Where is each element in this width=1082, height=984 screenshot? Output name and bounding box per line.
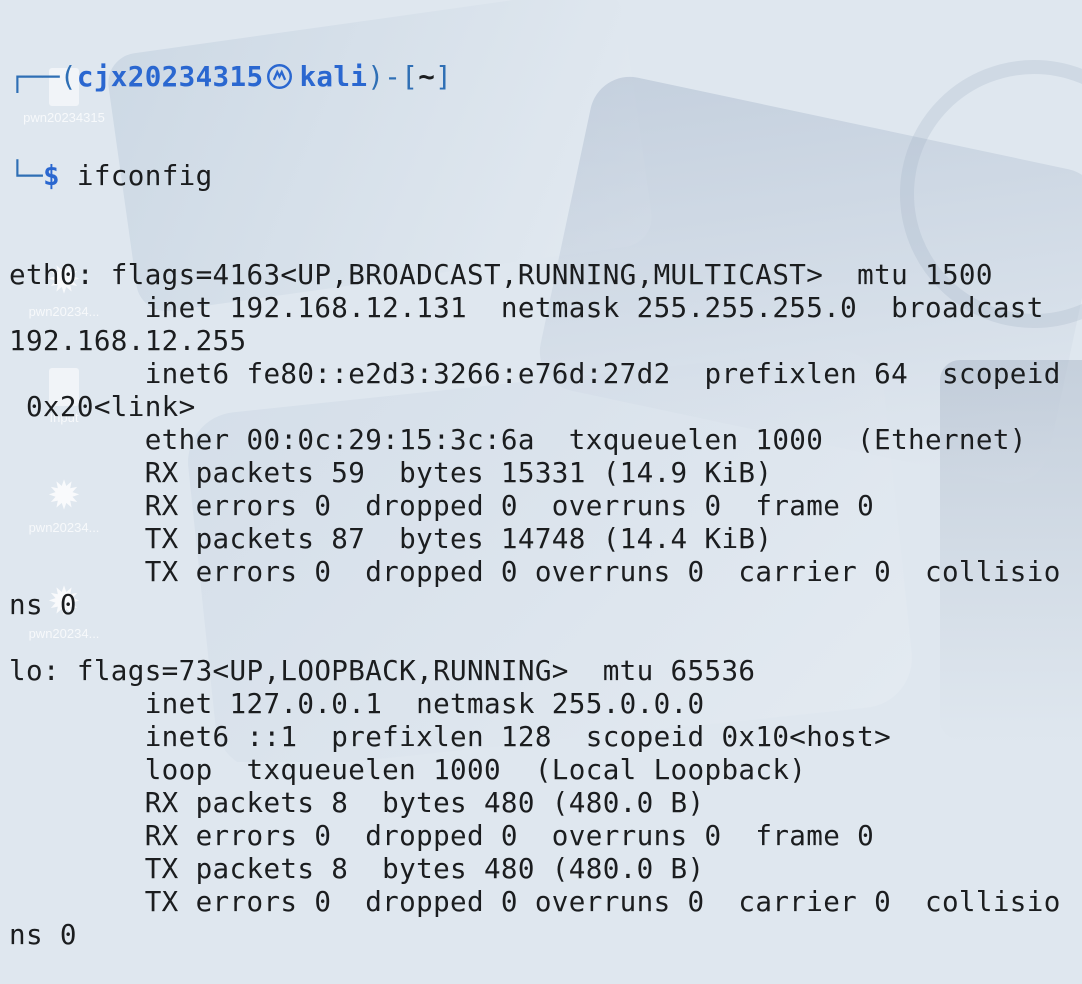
prompt-corner: └─ [9, 159, 43, 192]
kali-dragon-icon [267, 64, 293, 89]
output-line: RX errors 0 dropped 0 overruns 0 frame 0 [9, 819, 875, 852]
prompt-host: kali [299, 60, 368, 93]
output-line: 0x20<link> [9, 390, 196, 423]
output-line: lo: flags=73<UP,LOOPBACK,RUNNING> mtu 65… [9, 654, 756, 687]
output-line: loop txqueuelen 1000 (Local Loopback) [9, 753, 807, 786]
prompt-path: ~ [418, 60, 436, 93]
prompt-dollar: $ [42, 159, 60, 192]
command-text: ifconfig [76, 159, 213, 192]
output-line: inet 127.0.0.1 netmask 255.0.0.0 [9, 687, 705, 720]
command-line: └─$ ifconfig [9, 159, 1082, 192]
output-line: ether 00:0c:29:15:3c:6a txqueuelen 1000 … [9, 423, 1027, 456]
output-line: inet6 fe80::e2d3:3266:e76d:27d2 prefixle… [9, 357, 1061, 390]
output-line: TX packets 87 bytes 14748 (14.4 KiB) [9, 522, 773, 555]
output-line: ns 0 [9, 918, 77, 951]
output-line: TX packets 8 bytes 480 (480.0 B) [9, 852, 705, 885]
terminal-output-area[interactable]: ┌──(cjx20234315 kali)-[~] └─$ ifconfig et… [0, 0, 1082, 951]
output-line: RX errors 0 dropped 0 overruns 0 frame 0 [9, 489, 875, 522]
output-line: inet6 ::1 prefixlen 128 scopeid 0x10<hos… [9, 720, 892, 753]
output-line: TX errors 0 dropped 0 overruns 0 carrier… [9, 555, 1061, 588]
output-line: TX errors 0 dropped 0 overruns 0 carrier… [9, 885, 1061, 918]
prompt-bracket: ] [435, 60, 453, 93]
output-line: inet 192.168.12.131 netmask 255.255.255.… [9, 291, 1044, 324]
prompt-line: ┌──(cjx20234315 kali)-[~] [9, 60, 1082, 93]
command-output: eth0: flags=4163<UP,BROADCAST,RUNNING,MU… [9, 258, 1082, 951]
output-line: ns 0 [9, 588, 77, 621]
output-line: 192.168.12.255 [9, 324, 247, 357]
prompt-user: cjx20234315 [76, 60, 264, 93]
output-line: RX packets 59 bytes 15331 (14.9 KiB) [9, 456, 773, 489]
prompt-bracket: ┌──( [9, 60, 77, 93]
output-line: eth0: flags=4163<UP,BROADCAST,RUNNING,MU… [9, 258, 993, 291]
output-line: RX packets 8 bytes 480 (480.0 B) [9, 786, 705, 819]
prompt-bracket: )-[ [367, 60, 419, 93]
